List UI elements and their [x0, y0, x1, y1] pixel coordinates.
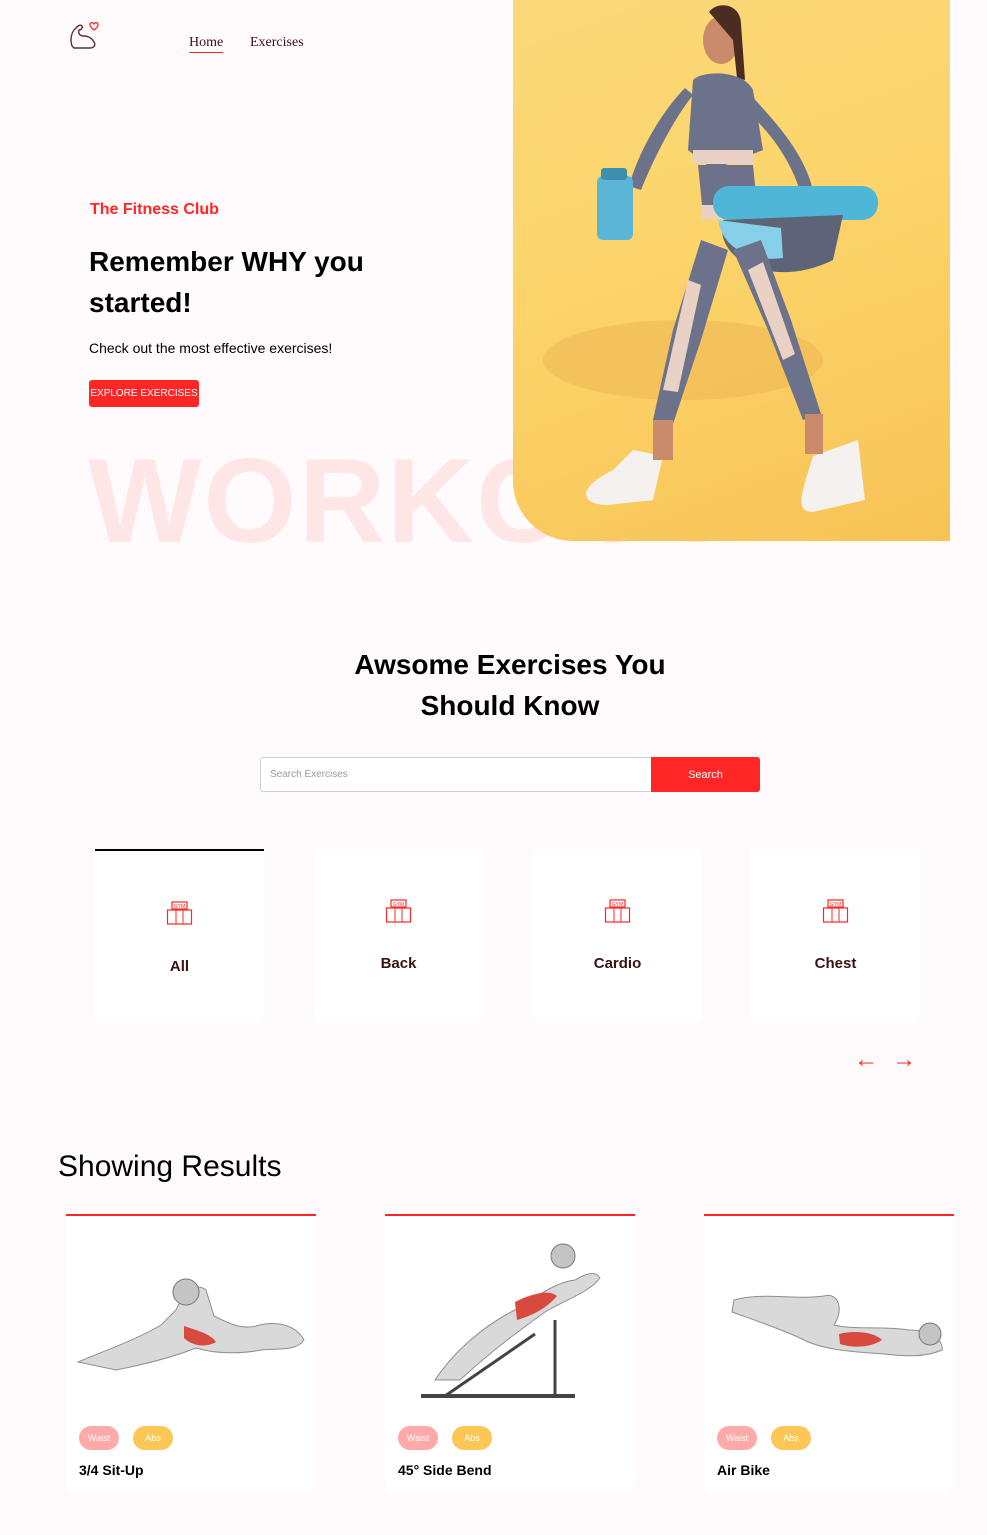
- tag-abs[interactable]: Abs: [452, 1426, 492, 1450]
- category-label: Back: [380, 955, 417, 972]
- svg-text:GYM: GYM: [174, 904, 185, 910]
- exercise-image-side-bend: [421, 1243, 601, 1398]
- search-input[interactable]: [260, 757, 652, 792]
- exercise-card[interactable]: Waist Abs Air Bike: [704, 1214, 954, 1492]
- right-arrow-icon[interactable]: →: [892, 1046, 916, 1074]
- hero-eyebrow: The Fitness Club: [90, 201, 219, 218]
- left-arrow-icon[interactable]: ←: [854, 1046, 878, 1074]
- exercise-card[interactable]: Waist Abs 45° Side Bend: [385, 1214, 635, 1492]
- category-card-chest[interactable]: GYM Chest: [751, 849, 920, 1022]
- hero-title: Remember WHY you started!: [89, 246, 364, 318]
- category-card-cardio[interactable]: GYM Cardio: [533, 849, 702, 1022]
- category-label: Cardio: [593, 955, 642, 972]
- tag-waist[interactable]: Waist: [79, 1426, 119, 1450]
- nav-exercises-link[interactable]: Exercises: [250, 35, 304, 51]
- svg-text:GYM: GYM: [393, 902, 404, 908]
- svg-text:GYM: GYM: [830, 902, 841, 908]
- exercise-name: 3/4 Sit-Up: [79, 1462, 144, 1478]
- tag-abs[interactable]: Abs: [771, 1426, 811, 1450]
- tag-waist[interactable]: Waist: [717, 1426, 757, 1450]
- flexed-arm-heart-icon[interactable]: [68, 18, 102, 52]
- exercise-name: Air Bike: [717, 1462, 770, 1478]
- woman-walking-illustration: [543, 5, 878, 512]
- gym-icon: GYM: [166, 901, 193, 925]
- gym-icon: GYM: [822, 899, 849, 923]
- exercise-image-air-bike: [731, 1294, 943, 1357]
- explore-exercises-button[interactable]: EXPLORE EXERCISES: [89, 380, 199, 407]
- category-card-all[interactable]: GYM All: [95, 849, 264, 1022]
- category-card-back[interactable]: GYM Back: [314, 849, 483, 1022]
- tag-waist[interactable]: Waist: [398, 1426, 438, 1450]
- exercise-card[interactable]: Waist Abs 3/4 Sit-Up: [66, 1214, 316, 1492]
- tag-abs[interactable]: Abs: [133, 1426, 173, 1450]
- nav-home-link[interactable]: Home: [189, 35, 224, 53]
- hero-banner-image: [513, 0, 950, 541]
- gym-icon: GYM: [604, 899, 631, 923]
- search-button[interactable]: Search: [651, 757, 760, 792]
- exercise-image-sit-up: [76, 1278, 305, 1371]
- exercises-heading: Awsome Exercises You Should Know: [0, 644, 987, 726]
- exercise-name: 45° Side Bend: [398, 1462, 492, 1478]
- exercises-heading-text: Awsome Exercises You Should Know: [354, 649, 666, 721]
- category-label: All: [169, 958, 190, 975]
- svg-text:GYM: GYM: [612, 902, 623, 908]
- hero-subtitle: Check out the most effective exercises!: [89, 340, 333, 356]
- results-title: Showing Results: [58, 1150, 282, 1183]
- category-label: Chest: [814, 955, 857, 972]
- gym-icon: GYM: [385, 899, 412, 923]
